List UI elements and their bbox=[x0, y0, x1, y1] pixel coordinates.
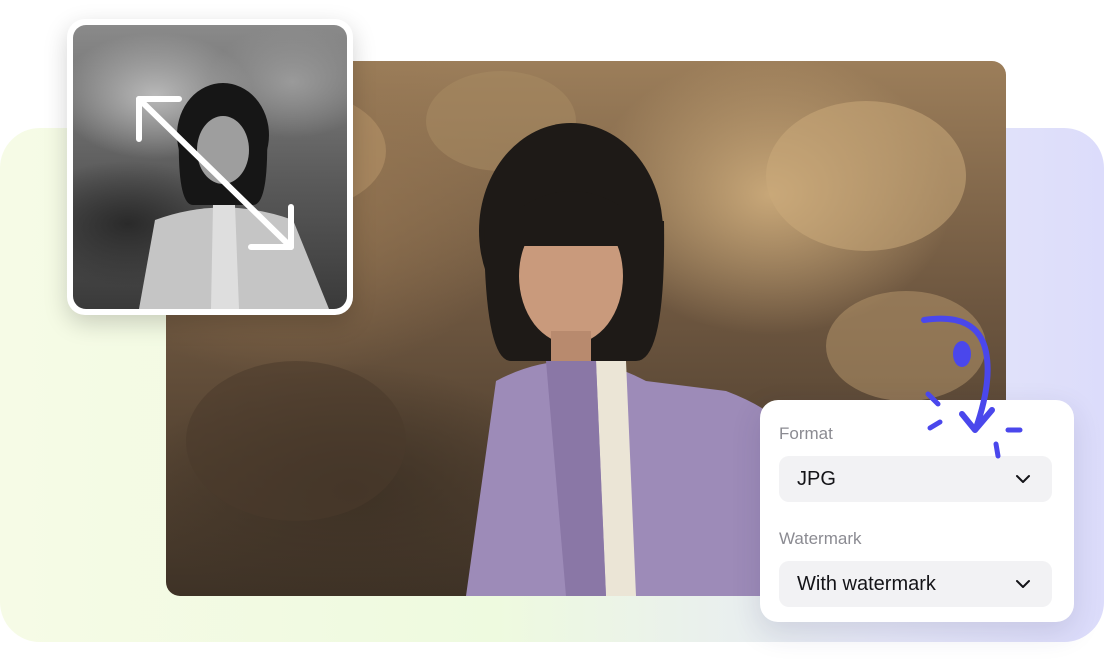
format-select[interactable]: JPG bbox=[779, 456, 1052, 502]
curved-arrow-icon bbox=[921, 315, 1023, 459]
format-label: Format bbox=[779, 424, 833, 443]
thumbnail-photo-grayscale bbox=[67, 19, 353, 315]
thumbnail-image bbox=[73, 25, 347, 309]
chevron-down-icon bbox=[1016, 580, 1030, 588]
format-select-value: JPG bbox=[797, 468, 836, 490]
watermark-label: Watermark bbox=[779, 529, 862, 548]
watermark-select-value: With watermark bbox=[797, 573, 936, 595]
chevron-down-icon bbox=[1016, 475, 1030, 483]
watermark-select[interactable]: With watermark bbox=[779, 561, 1052, 607]
diagonal-resize-arrows-icon bbox=[136, 96, 294, 250]
